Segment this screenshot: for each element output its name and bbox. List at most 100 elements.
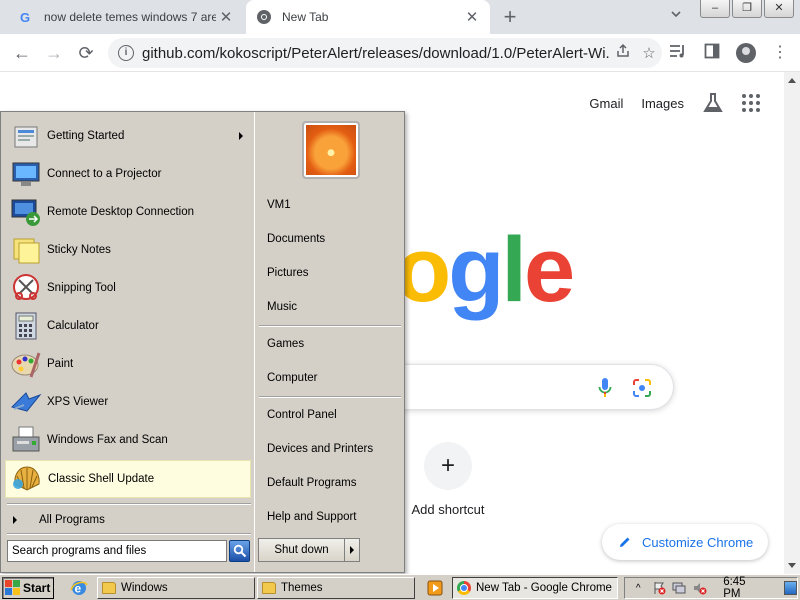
taskbar-item-chrome[interactable]: New Tab - Google Chrome [452, 577, 618, 599]
gmail-link[interactable]: Gmail [589, 96, 623, 111]
all-programs-button[interactable]: All Programs [5, 510, 251, 530]
minimize-button[interactable]: ‒ [700, 0, 730, 18]
internet-explorer-icon[interactable]: e [70, 579, 88, 597]
search-icon[interactable] [229, 540, 250, 562]
menu-item-remote-desktop[interactable]: Remote Desktop Connection [5, 193, 251, 231]
close-tab-icon[interactable]: ✕ [216, 8, 236, 26]
remote-desktop-icon [11, 199, 40, 226]
voice-search-icon[interactable] [598, 377, 612, 399]
volume-muted-icon[interactable] [693, 580, 708, 596]
labs-flask-icon[interactable] [702, 92, 724, 114]
start-search-input[interactable]: Search programs and files [7, 540, 227, 562]
menu-separator [259, 325, 401, 327]
menu-separator [7, 503, 251, 505]
menu-item-label: Getting Started [47, 130, 125, 142]
tab-active[interactable]: New Tab ✕ [246, 0, 490, 34]
google-lens-icon[interactable] [632, 378, 652, 398]
restore-button[interactable]: ❐ [732, 0, 762, 18]
network-icon[interactable] [672, 580, 687, 596]
media-player-icon[interactable] [426, 579, 444, 597]
windows-flag-icon [5, 580, 21, 596]
google-logo: ogle [395, 219, 575, 321]
google-apps-icon[interactable] [742, 94, 760, 112]
customize-chrome-button[interactable]: Customize Chrome [602, 524, 768, 560]
tab-strip: G now delete temes windows 7 areo - ✕ Ne… [0, 0, 800, 34]
show-hidden-icons-icon[interactable]: ^ [631, 580, 646, 596]
place-item-documents[interactable]: Documents [260, 224, 400, 254]
shut-down-arrow-icon [350, 546, 354, 554]
taskbar-item-label: New Tab - Google Chrome [476, 582, 612, 594]
menu-item-sticky-notes[interactable]: Sticky Notes [5, 231, 251, 269]
place-item-music[interactable]: Music [260, 292, 400, 322]
close-tab-icon[interactable]: ✕ [462, 8, 482, 26]
place-item-vm1[interactable]: VM1 [260, 190, 400, 220]
menu-item-connect-projector[interactable]: Connect to a Projector [5, 155, 251, 193]
projector-icon [12, 162, 40, 186]
more-menu-icon[interactable]: ⋮ [770, 43, 790, 63]
site-info-icon[interactable]: i [118, 45, 134, 61]
url-text: github.com/kokoscript/PeterAlert/release… [142, 44, 610, 62]
shut-down-options-button[interactable] [344, 538, 360, 562]
place-item-help-support[interactable]: Help and Support [260, 502, 400, 532]
share-icon[interactable] [610, 43, 636, 63]
google-search-box[interactable] [400, 364, 674, 410]
page-scrollbar[interactable] [784, 72, 800, 574]
shut-down-button[interactable]: Shut down [258, 538, 345, 562]
paint-icon [11, 352, 41, 378]
menu-separator [259, 396, 401, 398]
menu-item-label: Connect to a Projector [47, 168, 162, 180]
menu-item-xps-viewer[interactable]: XPS Viewer [5, 383, 251, 421]
menu-item-label: Paint [47, 358, 74, 370]
folder-icon [262, 582, 276, 594]
new-tab-button[interactable]: + [498, 4, 522, 30]
taskbar-item-themes[interactable]: Themes [257, 577, 415, 599]
action-center-flag-icon[interactable] [652, 580, 667, 596]
reload-button[interactable]: ⟳ [74, 41, 98, 65]
menu-item-label: Classic Shell Update [48, 473, 155, 485]
user-picture-avatar[interactable] [302, 121, 360, 179]
menu-item-classic-shell-update[interactable]: Classic Shell Update [5, 460, 251, 498]
menu-item-getting-started[interactable]: Getting Started [5, 117, 251, 155]
taskbar-item-label: Windows [121, 582, 168, 594]
forward-button[interactable]: → [42, 41, 66, 65]
clock[interactable]: 6:45 PM [723, 576, 762, 600]
images-link[interactable]: Images [641, 96, 684, 111]
menu-item-fax-scan[interactable]: Windows Fax and Scan [5, 421, 251, 459]
place-item-pictures[interactable]: Pictures [260, 258, 400, 288]
menu-separator [7, 533, 251, 535]
place-item-control-panel[interactable]: Control Panel [260, 400, 400, 430]
address-bar[interactable]: i github.com/kokoscript/PeterAlert/relea… [108, 38, 662, 68]
tab-search-chevron-icon[interactable] [670, 8, 682, 23]
browser-toolbar: ← → ⟳ i github.com/kokoscript/PeterAlert… [0, 34, 800, 72]
menu-item-snipping-tool[interactable]: Snipping Tool [5, 269, 251, 307]
snipping-tool-icon [13, 274, 39, 300]
place-item-default-programs[interactable]: Default Programs [260, 468, 400, 498]
folder-icon [102, 582, 116, 594]
taskbar: Start e Windows Themes New Tab - Google … [0, 574, 800, 600]
place-item-devices-printers[interactable]: Devices and Printers [260, 434, 400, 464]
profile-avatar-icon[interactable] [736, 43, 756, 63]
taskbar-item-windows[interactable]: Windows [97, 577, 255, 599]
close-window-button[interactable]: ✕ [764, 0, 794, 18]
customize-chrome-label: Customize Chrome [642, 534, 754, 550]
bookmark-star-icon[interactable]: ☆ [636, 44, 662, 62]
show-desktop-icon[interactable] [784, 581, 798, 595]
add-shortcut-button[interactable]: + Add shortcut [404, 442, 492, 517]
toolbar-actions: ⋮ [668, 43, 790, 63]
start-button[interactable]: Start [2, 577, 54, 599]
menu-item-calculator[interactable]: Calculator [5, 307, 251, 345]
all-programs-arrow-icon [13, 516, 17, 524]
place-item-games[interactable]: Games [260, 329, 400, 359]
reading-list-icon[interactable] [668, 43, 688, 63]
place-item-computer[interactable]: Computer [260, 363, 400, 393]
tab-inactive[interactable]: G now delete temes windows 7 areo - ✕ [8, 0, 244, 34]
menu-item-paint[interactable]: Paint [5, 345, 251, 383]
plus-icon: + [424, 442, 472, 490]
sticky-notes-icon [13, 238, 40, 264]
chrome-icon [457, 581, 471, 595]
side-panel-icon[interactable] [702, 43, 722, 63]
all-programs-label: All Programs [39, 514, 105, 526]
tab-title: New Tab [282, 10, 329, 24]
calculator-icon [15, 312, 37, 340]
back-button[interactable]: ← [10, 41, 34, 65]
